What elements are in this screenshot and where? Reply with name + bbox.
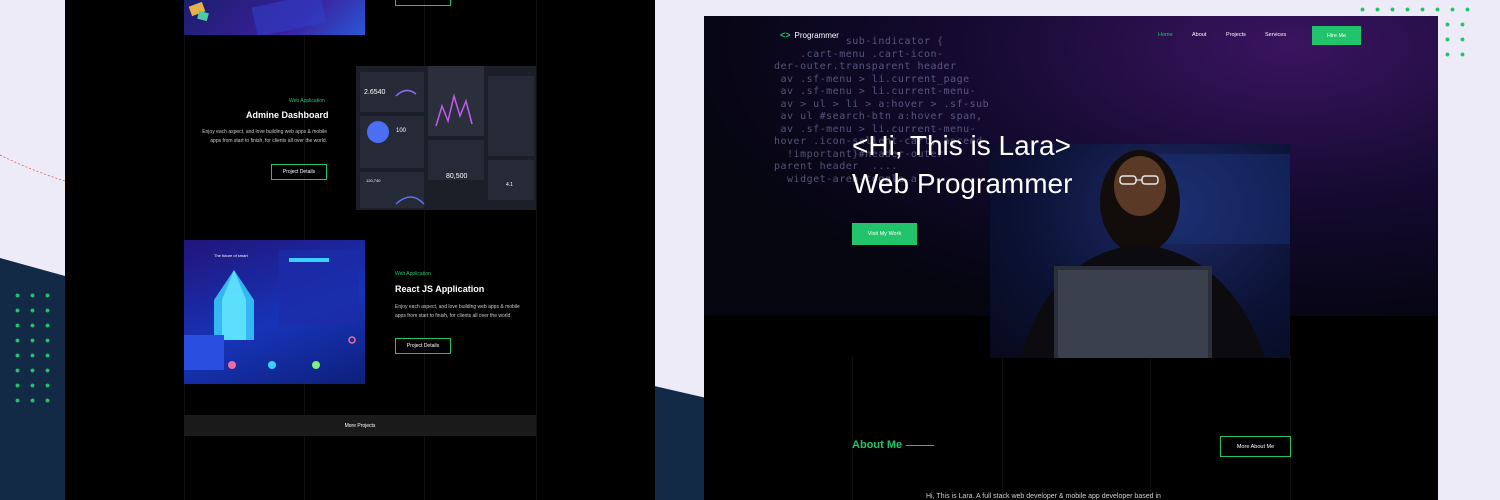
hero-role: Web Programmer xyxy=(852,168,1073,199)
project-details-button[interactable]: Project Details xyxy=(395,338,451,354)
logo-text: Programmer xyxy=(794,30,839,40)
react-app-graphic: The future of smart xyxy=(184,250,359,370)
react-thumb-text: The future of smart xyxy=(214,253,249,258)
dashboard-graphic: 2.6540 100 80,500 120,740 4.1 xyxy=(360,66,534,208)
dashboard-stat: 2.6540 xyxy=(364,89,386,96)
dashboard-stat: 120,740 xyxy=(366,178,381,183)
hire-me-button[interactable]: Hire Me xyxy=(1312,26,1361,45)
project-description-line: Enjoy each aspect, and love building web… xyxy=(202,129,327,135)
project-description: Enjoy each aspect, and love building web… xyxy=(395,303,545,321)
more-about-me-button[interactable]: More About Me xyxy=(1220,436,1291,457)
portfolio-showcase: Web Application Admine Dashboard Enjoy e… xyxy=(0,0,1500,500)
project-category: Web Application xyxy=(289,98,325,104)
projects-page-mockup: Web Application Admine Dashboard Enjoy e… xyxy=(65,0,655,500)
dot-grid-decoration xyxy=(1355,2,1470,17)
site-logo[interactable]: <> Programmer xyxy=(780,30,839,40)
nav-link-projects[interactable]: Projects xyxy=(1226,32,1246,38)
dot-grid-decoration xyxy=(1440,17,1470,62)
project-details-button[interactable] xyxy=(395,0,451,6)
title-underline xyxy=(906,445,934,446)
about-intro-text: Hi, This is Lara. A full stack web devel… xyxy=(926,493,1161,500)
grid-line xyxy=(1290,356,1291,500)
project-details-button[interactable]: Project Details xyxy=(271,164,327,180)
project-description-line: Enjoy each aspect, and love building web… xyxy=(395,304,520,310)
more-projects-button[interactable]: More Projects xyxy=(184,415,536,436)
project-title: React JS Application xyxy=(395,284,485,294)
nav-link-services[interactable]: Services xyxy=(1265,32,1286,38)
code-line: av .sf-menu > li.current_page xyxy=(774,73,970,85)
dashboard-thumbnail[interactable]: 2.6540 100 80,500 120,740 4.1 xyxy=(356,66,536,210)
hero-greeting: <Hi, This is Lara> xyxy=(852,130,1071,161)
dashed-curve-decoration xyxy=(0,154,69,183)
grid-line xyxy=(1150,356,1151,500)
dashboard-stat: 100 xyxy=(396,128,407,134)
hero-page-mockup: sub-indicator { .cart-menu .cart-icon-de… xyxy=(704,16,1438,500)
about-section-title: About Me xyxy=(852,439,903,451)
project-description: Enjoy each aspect, and love building web… xyxy=(187,128,327,146)
nav-link-about[interactable]: About xyxy=(1192,32,1206,38)
code-line: av .sf-menu > li.current-menu- xyxy=(774,86,977,97)
grid-line xyxy=(852,356,853,500)
project-category: Web Application xyxy=(395,271,431,277)
code-line: av > ul > li > a:hover > .sf-sub xyxy=(774,98,990,110)
react-app-thumbnail[interactable]: The future of smart xyxy=(184,240,365,384)
visit-my-work-button[interactable]: Visit My Work xyxy=(852,223,917,245)
grid-line xyxy=(1002,356,1003,500)
project-thumbnail[interactable] xyxy=(184,0,365,35)
dashboard-stat: 4.1 xyxy=(506,182,513,188)
project-description-line: apps from start to finish, for clients a… xyxy=(210,138,327,144)
code-line: av ul #search-btn a:hover span, xyxy=(774,111,983,122)
code-brackets-icon: <> xyxy=(780,30,791,40)
project-description-line: apps from start to finish, for clients a… xyxy=(395,313,512,319)
code-line: der-outer.transparent header xyxy=(774,61,957,72)
nav-link-home[interactable]: Home xyxy=(1158,32,1173,38)
dashboard-stat: 80,500 xyxy=(446,173,468,180)
project-title: Admine Dashboard xyxy=(246,110,329,120)
top-navigation: <> Programmer Home About Projects Servic… xyxy=(704,16,1438,56)
dot-grid-decoration xyxy=(10,288,55,408)
thumbnail-graphic xyxy=(188,0,327,35)
grid-line xyxy=(536,0,537,500)
